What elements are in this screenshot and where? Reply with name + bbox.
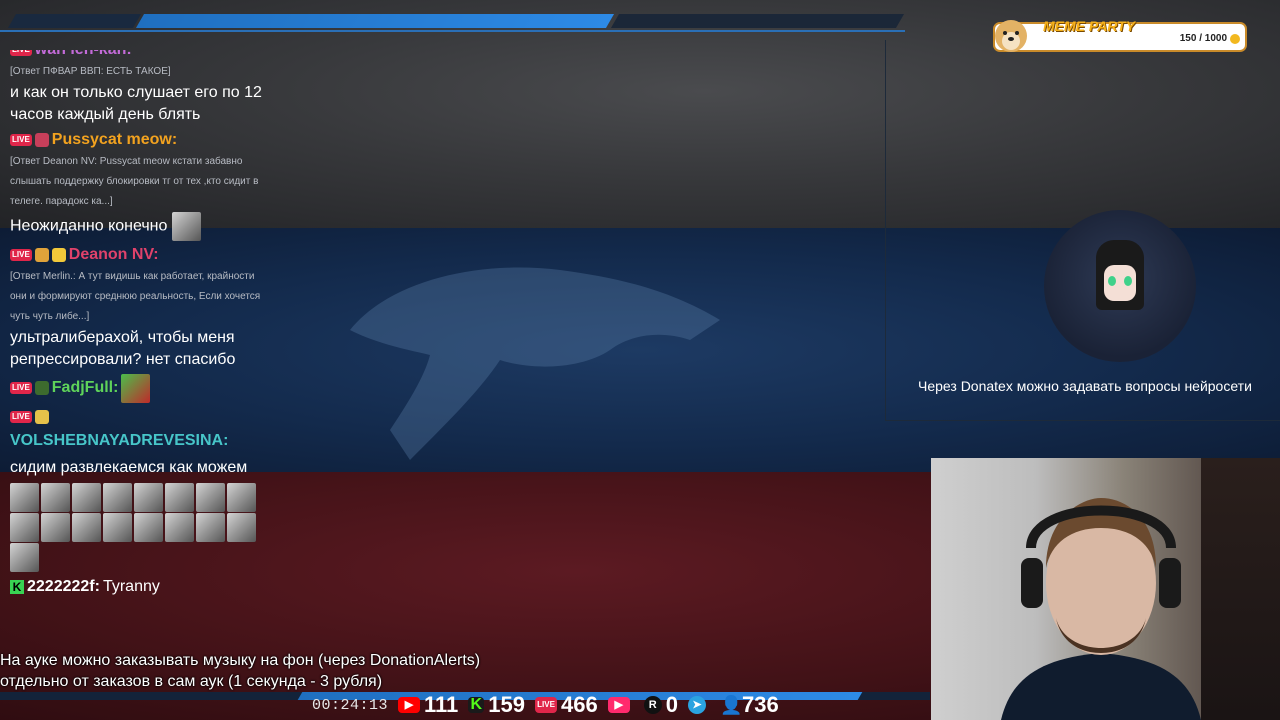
chat-message-text: Tyranny [102,578,160,595]
chat-message-header: LIVE Pussycat meow: [10,128,270,152]
streamer-image [1001,498,1201,720]
vklive-icon: LIVE [535,697,558,713]
face-emote-icon [103,483,132,513]
chat-message-text: сидим развлекаемся как можем [10,453,270,573]
face-emote-icon [165,513,194,543]
telegram-icon: ➤ [687,696,706,714]
face-emote-icon [171,212,201,241]
panel-divider-horizontal [885,420,1280,421]
coin-icon [1230,34,1240,44]
play-icon: ▶ [607,697,630,713]
beer-emote-icon [34,248,49,262]
chat-message-text: и как он только слушает его по 12 часов … [10,84,262,123]
face-emote-icon [41,483,70,513]
announcement-text: На ауке можно заказывать музыку на фон (… [0,652,481,690]
face-emote-icon [72,513,101,543]
face-emote-icon [10,513,39,543]
face-emote-icon [72,483,101,513]
live-badge-icon: LIVE [10,249,32,261]
chat-reply-quote: [Ответ Deanon NV: Pussycat meow кстати з… [10,156,259,207]
kick-icon: K [468,697,485,713]
chat-username-partial: LIVE wan ien-kan: [10,50,270,62]
face-emote-icon [227,513,256,543]
watermelon-emote-icon [121,373,151,403]
chat-message: LIVE FadjFull: [10,373,270,403]
vklive-viewers: LIVE 466 [535,692,598,718]
kick-icon: K [10,580,24,594]
live-badge-icon: LIVE [10,50,32,56]
donatex-caption: Через Donatex можно задавать вопросы ней… [918,378,1252,394]
chat-message: [Ответ ПФВАР ВВП: ЕСТЬ ТАКОЕ] и как он т… [10,62,270,126]
live-badge-icon: LIVE [10,382,32,394]
top-decor-bar [0,10,905,32]
face-emote-icon [227,483,256,513]
chat-username: FadjFull: [51,379,119,396]
doge-icon [995,20,1027,52]
live-badge-icon: LIVE [10,411,32,423]
chat-message-header: LIVE FadjFull: [10,373,270,403]
rutube-icon: R [643,696,662,714]
face-emote-icon [103,513,132,543]
stream-timer: 00:24:13 [312,696,389,714]
chat-message-header: LIVE [10,405,270,429]
telegram-viewers: ➤ [687,696,710,714]
chat-message-header: K 2222222f: Tyranny [10,575,270,599]
chat-reply-quote: [Ответ ПФВАР ВВП: ЕСТЬ ТАКОЕ] [10,66,171,77]
face-emote-icon [10,483,39,513]
rutube-viewers: R 0 [643,692,678,718]
panel-divider [885,40,886,420]
chat-username: 2222222f: [27,578,100,595]
chat-username: Deanon NV: [68,246,159,263]
chat-message: LIVE VOLSHEBNAYADREVESINA: сидим развлек… [10,405,270,573]
bear-logo-watermark [350,267,720,460]
face-emote-icon [41,513,70,543]
chat-message-text: ультралиберахой, чтобы меня репрессирова… [10,329,236,368]
robot-emote-icon [34,381,49,395]
chat-message-text: Неожиданно конечно [10,212,270,241]
youtube-icon: ▶ [398,697,421,713]
face-emote-icon [134,513,163,543]
play-viewers: ▶ [607,697,634,713]
total-viewers: 👤 736 [719,692,779,717]
face-emote-icon [10,543,39,573]
webcam-feed [931,458,1280,720]
background-shelf [1201,458,1280,720]
chat-message-header: LIVE Deanon NV: [10,243,270,267]
heart-emote-icon [34,133,49,147]
face-emote-icon [196,483,225,513]
face-emote-icon [165,483,194,513]
meme-party-title: MEME PARTY [1043,18,1136,34]
smile-emote-icon [51,248,66,262]
chat-message: K 2222222f: Tyranny [10,575,270,599]
live-badge-icon: LIVE [10,134,32,146]
stream-stats-bar: 00:24:13 ▶ 111 K 159 LIVE 466 ▶ R 0 ➤ 👤 … [312,692,779,718]
face-emote-icon [134,483,163,513]
face-emote-icon [196,513,225,543]
chat-reply-quote: [Ответ Merlin.: А тут видишь как работае… [10,271,261,322]
user-icon: 👤 [719,695,743,715]
chat-username: VOLSHEBNAYADREVESINA: [10,432,229,449]
ai-avatar [1044,210,1196,362]
youtube-viewers: ▶ 111 [398,692,458,718]
meme-party-widget: MEME PARTY 150 / 1000 [993,18,1247,52]
chat-username: Pussycat meow: [51,131,178,148]
chat-message: LIVE Deanon NV: [Ответ Merlin.: А тут ви… [10,243,270,371]
chat-overlay: LIVE wan ien-kan: [Ответ ПФВАР ВВП: ЕСТЬ… [10,50,270,650]
meme-party-progress: 150 / 1000 [1179,33,1227,44]
chat-message: LIVE Pussycat meow: [Ответ Deanon NV: Pu… [10,128,270,241]
kick-viewers: K 159 [468,692,525,718]
sticker-emote-icon [34,410,49,424]
